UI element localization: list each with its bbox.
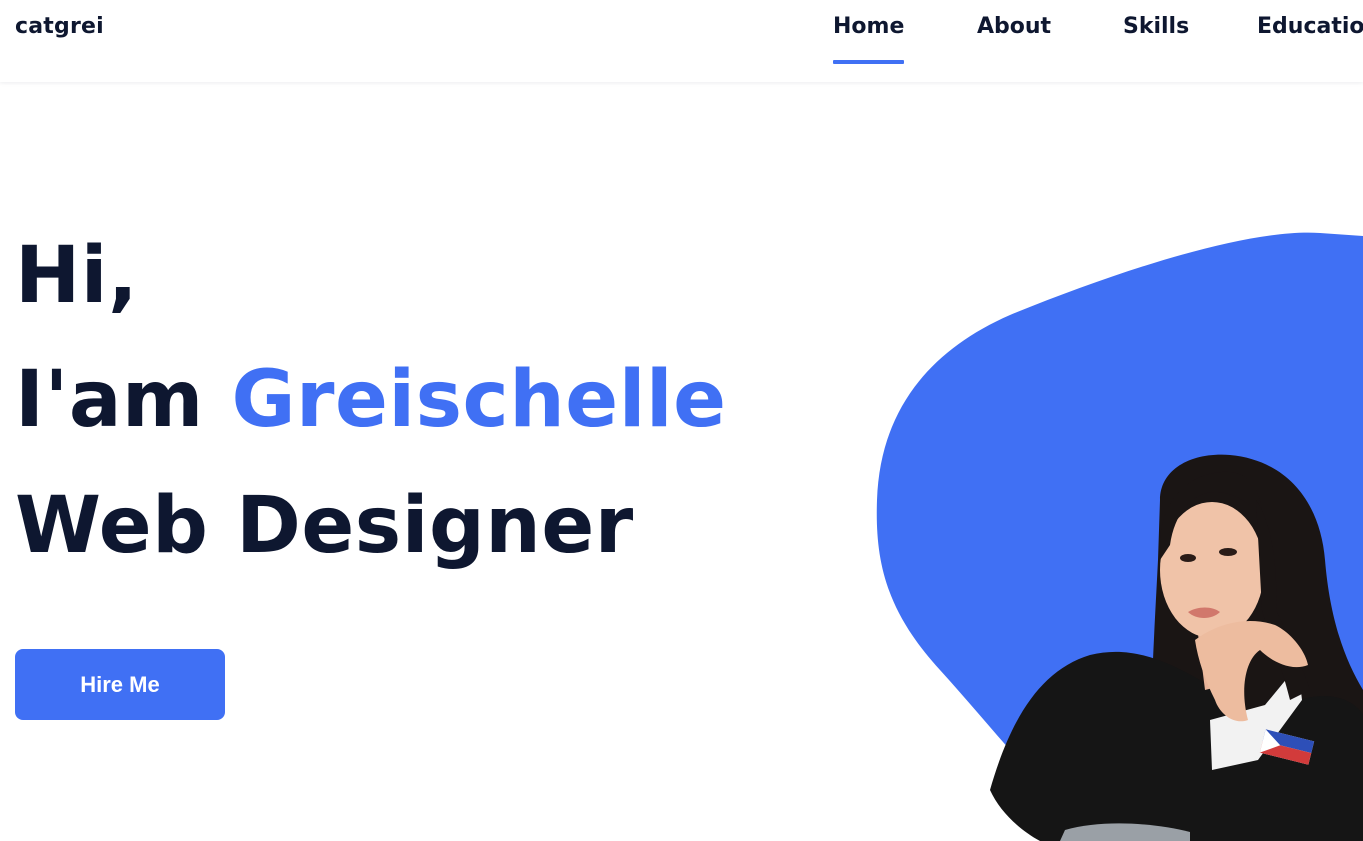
nav-home-link[interactable]: Home bbox=[833, 14, 905, 64]
top-navbar: catgrei Home About Skills Educatio bbox=[0, 0, 1363, 82]
nav-skills-link[interactable]: Skills bbox=[1123, 14, 1189, 39]
nav-about-link[interactable]: About bbox=[977, 14, 1051, 39]
page: catgrei Home About Skills Educatio Hi, I… bbox=[0, 0, 1363, 841]
nav-education-link[interactable]: Educatio bbox=[1257, 14, 1363, 39]
main-nav: Home About Skills Educatio bbox=[0, 0, 1363, 82]
hero-illustration bbox=[876, 232, 1363, 841]
